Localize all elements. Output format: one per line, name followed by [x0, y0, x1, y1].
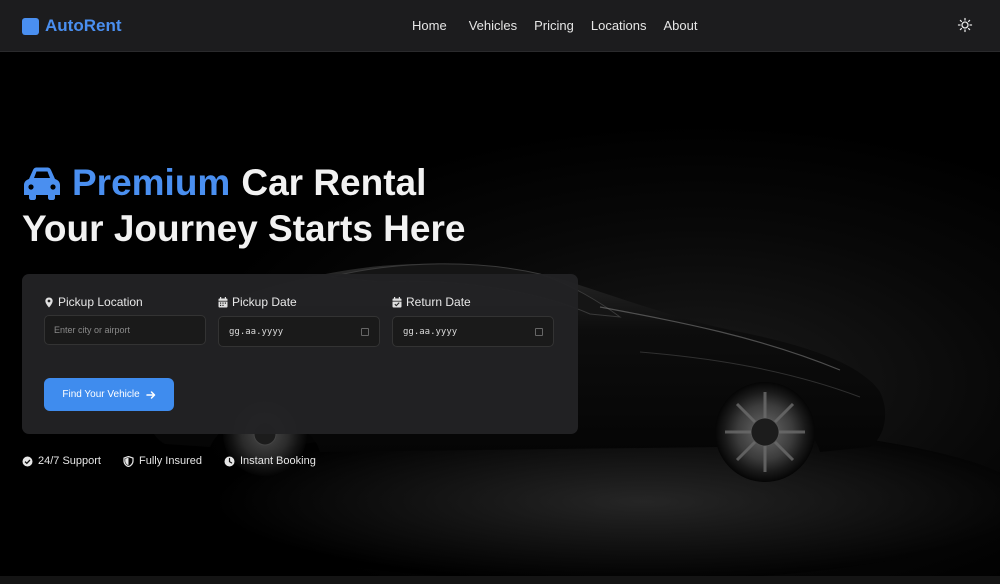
clock-icon — [224, 456, 235, 466]
nav-link-pricing[interactable]: Pricing — [534, 18, 574, 33]
pickup-date-label-text: Pickup Date — [232, 295, 297, 309]
brand-square-icon — [22, 17, 39, 35]
calendar-icon — [218, 296, 228, 307]
return-date-input[interactable]: gg.aa.yyyy — [392, 316, 554, 347]
nav-link-vehicles[interactable]: Vehicles — [469, 18, 517, 33]
shield-icon — [123, 455, 134, 467]
arrow-right-icon — [145, 390, 155, 399]
feature-label: Instant Booking — [239, 455, 316, 467]
date-picker-icon[interactable] — [535, 327, 543, 336]
hero-subtitle: Your Journey Starts Here — [22, 208, 466, 249]
car-icon — [24, 167, 60, 200]
feature-item-insured: Fully Insured — [123, 455, 202, 467]
section-divider — [0, 576, 1000, 584]
pickup-location-label-text: Pickup Location — [58, 295, 143, 309]
sun-icon — [957, 17, 973, 33]
check-circle-icon — [22, 456, 33, 466]
feature-item-booking: Instant Booking — [224, 455, 316, 467]
pickup-date-value: gg.aa.yyyy — [229, 326, 284, 337]
hero-title: Premium Car Rental Your Journey Starts H… — [22, 160, 465, 252]
nav-link-home[interactable]: Home — [412, 18, 447, 33]
pickup-date-label: Pickup Date — [218, 294, 380, 310]
feature-list: 24/7 Support Fully Insured Instant Booki… — [22, 455, 338, 467]
nav-link-about[interactable]: About — [664, 18, 698, 33]
pickup-location-input[interactable] — [44, 315, 206, 345]
main-nav: Home Vehicles Pricing Locations About — [412, 18, 698, 33]
brand-logo-link[interactable]: AutoRent — [22, 16, 121, 36]
return-date-label: Return Date — [392, 294, 554, 310]
brand-name: AutoRent — [45, 16, 122, 35]
feature-label: 24/7 Support — [38, 455, 101, 467]
feature-item-support: 24/7 Support — [22, 455, 101, 467]
booking-form: Pickup Location Pickup Date gg.aa.yyyy — [22, 274, 578, 434]
hero-title-accent: Premium — [72, 162, 231, 203]
pickup-location-field: Pickup Location — [44, 294, 206, 345]
calendar-check-icon — [392, 296, 402, 307]
map-pin-icon — [45, 296, 53, 308]
nav-link-locations[interactable]: Locations — [591, 18, 647, 33]
top-navbar: AutoRent Home Vehicles Pricing Locations… — [0, 0, 1000, 52]
return-date-field: Return Date gg.aa.yyyy — [392, 294, 554, 347]
hero-section: Premium Car Rental Your Journey Starts H… — [0, 52, 1000, 576]
return-date-label-text: Return Date — [406, 295, 471, 309]
find-vehicle-button-label: Find Your Vehicle — [62, 389, 140, 400]
pickup-date-field: Pickup Date gg.aa.yyyy — [218, 294, 380, 347]
hero-title-line-1: Premium Car Rental — [22, 160, 465, 206]
return-date-value: gg.aa.yyyy — [403, 326, 458, 337]
pickup-location-label: Pickup Location — [44, 294, 206, 310]
feature-label: Fully Insured — [139, 455, 202, 467]
theme-toggle-button[interactable] — [957, 17, 973, 33]
pickup-date-input[interactable]: gg.aa.yyyy — [218, 316, 380, 347]
hero-title-rest: Car Rental — [241, 162, 427, 203]
find-vehicle-button[interactable]: Find Your Vehicle — [44, 378, 174, 411]
date-picker-icon[interactable] — [361, 327, 369, 336]
